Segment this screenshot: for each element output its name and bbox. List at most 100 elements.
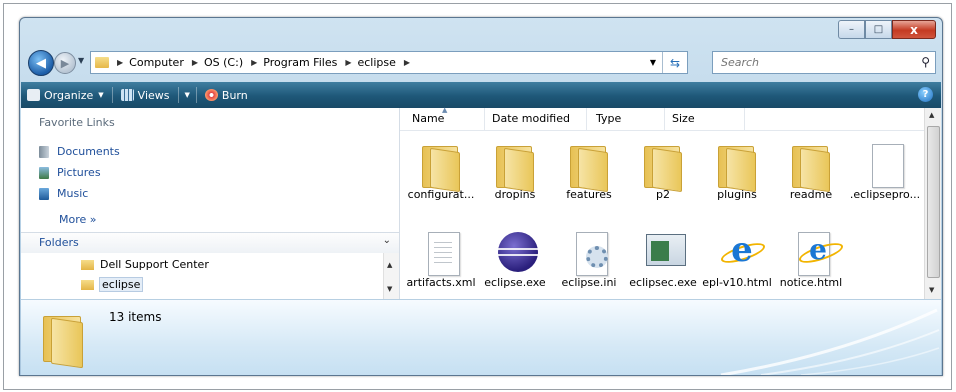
folder-icon — [640, 144, 686, 193]
folder-icon — [714, 144, 760, 193]
file-item-epl-v10-html[interactable]: e epl-v10.html — [700, 218, 774, 298]
minimize-button[interactable]: – — [838, 20, 865, 39]
decorative-swoosh — [720, 308, 940, 375]
search-input[interactable] — [719, 55, 903, 70]
organize-label: Organize — [44, 88, 94, 102]
file-item-eclipseproduct[interactable]: .eclipsepro... — [848, 130, 922, 210]
organize-icon — [27, 89, 40, 101]
eclipse-icon — [492, 232, 538, 274]
views-button[interactable]: Views — [115, 85, 176, 105]
favorite-link-label: Documents — [57, 145, 120, 158]
column-size[interactable]: Size — [672, 112, 695, 125]
application-icon — [640, 232, 686, 274]
column-divider[interactable] — [586, 108, 587, 130]
favorite-link-label: Music — [57, 187, 89, 200]
scrollbar-thumb[interactable] — [927, 126, 940, 278]
maximize-button[interactable]: □ — [865, 20, 892, 39]
refresh-icon[interactable]: ⇆ — [662, 52, 687, 73]
file-item-p2[interactable]: p2 — [626, 130, 700, 210]
file-item-artifacts-xml[interactable]: artifacts.xml — [404, 218, 478, 298]
burn-label: Burn — [221, 88, 248, 102]
ie-document-icon: e — [714, 232, 768, 274]
address-dropdown-icon[interactable]: ▼ — [650, 58, 656, 67]
column-type[interactable]: Type — [596, 112, 621, 125]
address-row: ◀ ▶ ▼ ▶ Computer ▶ OS (C:) ▶ Program Fil… — [24, 48, 938, 76]
recent-pages-dropdown[interactable]: ▼ — [78, 56, 84, 65]
column-divider[interactable] — [664, 108, 665, 130]
views-dropdown[interactable]: ▼ — [181, 85, 194, 105]
details-pane: 13 items — [21, 299, 941, 375]
more-links-button[interactable]: More » — [59, 213, 97, 226]
file-name: p2 — [656, 188, 670, 201]
views-label: Views — [137, 88, 170, 102]
navigation-pane: Favorite Links Documents Pictures Music … — [21, 108, 400, 299]
search-box[interactable]: ⚲ — [712, 51, 936, 74]
file-item-eclipse-ini[interactable]: eclipse.ini — [552, 218, 626, 298]
burn-button[interactable]: Burn — [199, 85, 254, 105]
file-name: .eclipsepro... — [849, 188, 921, 201]
column-divider[interactable] — [744, 108, 745, 130]
documents-icon — [39, 145, 49, 158]
column-header-row: ▲ Name Date modified Type Size — [400, 106, 925, 131]
close-button[interactable]: x — [892, 20, 936, 39]
folders-header[interactable]: Folders ⌄ — [21, 232, 399, 253]
breadcrumb-separator[interactable]: ▶ — [117, 58, 123, 67]
address-bar[interactable]: ▶ Computer ▶ OS (C:) ▶ Program Files ▶ e… — [90, 51, 688, 74]
file-item-eclipsec-exe[interactable]: eclipsec.exe — [626, 218, 700, 298]
scroll-down-icon[interactable]: ▼ — [387, 285, 392, 293]
file-name: eclipse.exe — [484, 276, 546, 289]
chevron-down-icon: ▼ — [98, 91, 104, 99]
column-name[interactable]: Name — [412, 112, 444, 125]
breadcrumb-separator[interactable]: ▶ — [251, 58, 257, 67]
file-list-pane: ▲ Name Date modified Type Size configura… — [400, 106, 941, 299]
breadcrumb-os-c[interactable]: OS (C:) — [204, 56, 243, 69]
favorite-link-label: Pictures — [57, 166, 101, 179]
folders-label: Folders — [39, 236, 79, 249]
chevron-down-icon[interactable]: ⌄ — [383, 235, 391, 246]
breadcrumb-computer[interactable]: Computer — [129, 56, 184, 69]
file-item-eclipse-exe[interactable]: eclipse.exe — [478, 218, 552, 298]
search-icon[interactable]: ⚲ — [921, 55, 930, 69]
favorite-link-music[interactable]: Music — [39, 187, 88, 200]
breadcrumb-separator[interactable]: ▶ — [345, 58, 351, 67]
scroll-up-icon[interactable]: ▲ — [929, 111, 934, 119]
breadcrumb-separator[interactable]: ▶ — [404, 58, 410, 67]
file-item-features[interactable]: features — [552, 130, 626, 210]
breadcrumb-eclipse[interactable]: eclipse — [357, 56, 395, 69]
tree-item-label: Dell Support Center — [100, 258, 209, 271]
breadcrumb-separator[interactable]: ▶ — [192, 58, 198, 67]
column-divider[interactable] — [484, 108, 485, 130]
favorite-link-pictures[interactable]: Pictures — [39, 166, 101, 179]
organize-button[interactable]: Organize ▼ — [21, 85, 110, 105]
pictures-icon — [39, 166, 49, 179]
scroll-down-icon[interactable]: ▼ — [929, 286, 934, 294]
folder-icon — [418, 144, 464, 193]
favorite-link-documents[interactable]: Documents — [39, 145, 120, 158]
back-button[interactable]: ◀ — [28, 50, 54, 76]
explorer-window: – □ x ◀ ▶ ▼ ▶ Computer ▶ OS (C:) ▶ Progr… — [19, 17, 943, 376]
file-item-dropins[interactable]: dropins — [478, 130, 552, 210]
tree-item-dell-support-center[interactable]: Dell Support Center — [81, 258, 209, 271]
content-area: Favorite Links Documents Pictures Music … — [21, 106, 941, 299]
column-date-modified[interactable]: Date modified — [492, 112, 570, 125]
scroll-up-icon[interactable]: ▲ — [387, 261, 392, 269]
folders-scrollbar[interactable]: ▲ ▼ — [383, 253, 399, 299]
folder-icon — [566, 144, 612, 193]
file-name: readme — [789, 188, 833, 201]
file-item-notice-html[interactable]: e notice.html — [774, 218, 848, 298]
toolbar-divider — [195, 87, 197, 103]
file-name: plugins — [717, 188, 757, 201]
help-icon[interactable]: ? — [918, 87, 933, 102]
breadcrumb-program-files[interactable]: Program Files — [263, 56, 337, 69]
tree-item-label: eclipse — [98, 277, 144, 292]
file-name: eclipse.ini — [561, 276, 617, 289]
file-item-plugins[interactable]: plugins — [700, 130, 774, 210]
tree-item-eclipse[interactable]: eclipse — [81, 277, 144, 292]
forward-button[interactable]: ▶ — [54, 52, 76, 74]
folder-icon — [492, 144, 538, 193]
toolbar-divider — [111, 87, 113, 103]
file-name: artifacts.xml — [406, 276, 476, 289]
file-item-configuration[interactable]: configurat... — [404, 130, 478, 210]
file-item-readme[interactable]: readme — [774, 130, 848, 210]
file-list-scrollbar[interactable]: ▲ ▼ — [924, 108, 941, 299]
